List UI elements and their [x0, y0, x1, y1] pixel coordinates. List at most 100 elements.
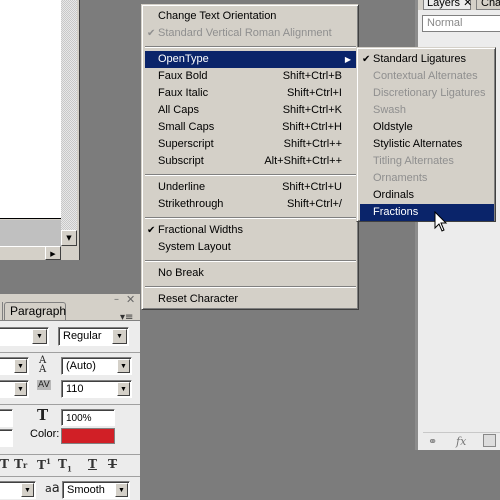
menu-item-contextual-alternates[interactable]: Contextual Alternates: [360, 68, 494, 85]
resize-grip[interactable]: [61, 246, 77, 260]
tab-channels[interactable]: Chann: [476, 0, 500, 10]
menu-item-label: Strikethrough: [158, 198, 224, 210]
menu-item-label: Oldstyle: [373, 121, 413, 133]
type-style-buttons: T Tr T1 T1 T T: [0, 457, 140, 473]
superscript-button[interactable]: T1: [37, 457, 51, 472]
antialias-select[interactable]: Smooth ▼: [62, 481, 130, 499]
kerning-select[interactable]: ▼: [0, 380, 29, 398]
menu-item-faux-bold[interactable]: Faux Bold Shift+Ctrl+B: [145, 68, 356, 85]
horizontal-scale-field[interactable]: 100%: [61, 409, 115, 426]
menu-item-titling-alternates[interactable]: Titling Alternates: [360, 153, 494, 170]
character-panel-body: ▼ Regular ▼ ▼ AA (Auto) ▼ ▼ AV 110 ▼ T 1…: [0, 320, 140, 500]
language-select[interactable]: ▼: [0, 481, 36, 499]
menu-item-oldstyle[interactable]: Oldstyle: [360, 119, 494, 136]
dropdown-arrow-icon: ▼: [14, 359, 27, 373]
close-icon[interactable]: ✕: [126, 293, 135, 306]
menu-item-shortcut: Shift+Ctrl+U: [282, 181, 342, 193]
menu-item-ordinals[interactable]: Ordinals: [360, 187, 494, 204]
layers-footer: ⚭ fx: [423, 432, 500, 450]
menu-item-faux-italic[interactable]: Faux Italic Shift+Ctrl+I: [145, 85, 356, 102]
link-icon[interactable]: ⚭: [428, 435, 437, 448]
menu-item-fractional-widths[interactable]: ✔ Fractional Widths: [145, 222, 356, 239]
chevron-down-icon: ▼: [66, 234, 72, 242]
menu-separator: [145, 46, 356, 48]
antialias-icon: aa: [45, 481, 60, 496]
menu-item-label: Reset Character: [158, 293, 239, 305]
leading-select[interactable]: (Auto) ▼: [61, 357, 132, 375]
horizontal-scrollbar[interactable]: [0, 246, 45, 260]
menu-item-ornaments[interactable]: Ornaments: [360, 170, 494, 187]
small-caps-button[interactable]: Tr: [14, 457, 27, 471]
document-window: ▼ ▶: [0, 0, 80, 260]
menu-item-discretionary-ligatures[interactable]: Discretionary Ligatures: [360, 85, 494, 102]
opentype-submenu: ✔ Standard Ligatures Contextual Alternate…: [356, 47, 496, 222]
font-size-select[interactable]: ▼: [0, 357, 29, 375]
subscript-button[interactable]: T1: [58, 457, 72, 473]
menu-item-label: Discretionary Ligatures: [373, 87, 486, 99]
underline-button[interactable]: T: [88, 457, 97, 471]
menu-item-label: OpenType: [158, 53, 209, 65]
color-label: Color:: [30, 428, 60, 440]
divider: [0, 404, 140, 405]
menu-item-shortcut: Shift+Ctrl+I: [286, 87, 342, 99]
menu-item-stylistic-alternates[interactable]: Stylistic Alternates: [360, 136, 494, 153]
fx-icon[interactable]: fx: [456, 435, 466, 448]
menu-item-label: Faux Italic: [158, 87, 209, 99]
menu-item-label: Fractional Widths: [158, 224, 243, 236]
menu-item-fractions[interactable]: Fractions: [360, 204, 494, 221]
font-style-select[interactable]: Regular ▼: [58, 327, 129, 346]
menu-item-subscript[interactable]: Subscript Alt+Shift+Ctrl++: [145, 153, 356, 170]
vertical-scrollbar[interactable]: [61, 0, 77, 246]
menu-item-all-caps[interactable]: All Caps Shift+Ctrl+K: [145, 102, 356, 119]
dropdown-arrow-icon: ▼: [112, 329, 127, 344]
menu-item-shortcut: Shift+Ctrl+/: [286, 198, 342, 210]
dropdown-arrow-icon: ▼: [14, 382, 27, 396]
menu-item-standard-vertical-roman-alignment[interactable]: ✔ Standard Vertical Roman Alignment: [145, 25, 356, 42]
strikethrough-button[interactable]: T: [108, 457, 117, 471]
menu-item-swash[interactable]: Swash: [360, 102, 494, 119]
menu-item-shortcut: Shift+Ctrl+H: [282, 121, 342, 133]
dropdown-arrow-icon: ▼: [117, 382, 130, 396]
dropdown-arrow-icon: ▼: [32, 329, 47, 344]
all-caps-button[interactable]: T: [0, 457, 9, 471]
font-style-value: Regular: [63, 330, 102, 342]
checkmark-icon: ✔: [362, 54, 371, 65]
menu-item-no-break[interactable]: No Break: [145, 265, 356, 282]
mouse-pointer-icon: [434, 211, 448, 232]
tracking-icon: AV: [37, 380, 51, 390]
tracking-select[interactable]: 110 ▼: [61, 380, 132, 398]
menu-item-superscript[interactable]: Superscript Shift+Ctrl++: [145, 136, 356, 153]
document-border: [77, 0, 80, 260]
scroll-right-button[interactable]: ▶: [45, 246, 61, 260]
font-family-select[interactable]: ▼: [0, 327, 49, 346]
menu-item-shortcut: Shift+Ctrl+B: [282, 70, 342, 82]
menu-item-label: All Caps: [158, 104, 199, 116]
menu-item-label: Standard Vertical Roman Alignment: [158, 27, 332, 39]
menu-item-strikethrough[interactable]: Strikethrough Shift+Ctrl+/: [145, 196, 356, 213]
dropdown-arrow-icon: ▼: [117, 359, 130, 373]
mask-icon[interactable]: [483, 434, 496, 447]
menu-item-underline[interactable]: Underline Shift+Ctrl+U: [145, 179, 356, 196]
checkmark-icon: ✔: [147, 225, 156, 236]
menu-item-reset-character[interactable]: Reset Character: [145, 291, 356, 308]
tab-character[interactable]: [0, 302, 3, 320]
vertical-scale-field[interactable]: [0, 409, 13, 427]
blend-mode-select[interactable]: Normal: [422, 15, 500, 32]
scroll-down-button[interactable]: ▼: [61, 230, 77, 246]
text-color-swatch[interactable]: [61, 428, 115, 444]
divider: [0, 476, 140, 477]
baseline-shift-field[interactable]: [0, 429, 13, 447]
chevron-right-icon: ▶: [50, 250, 56, 258]
document-canvas[interactable]: [0, 0, 61, 219]
menu-item-standard-ligatures[interactable]: ✔ Standard Ligatures: [360, 51, 494, 68]
menu-item-label: Underline: [158, 181, 206, 193]
menu-item-change-text-orientation[interactable]: Change Text Orientation: [145, 8, 356, 25]
character-panel-menu: Change Text Orientation ✔ Standard Vertic…: [141, 4, 359, 310]
menu-item-system-layout[interactable]: System Layout: [145, 239, 356, 256]
tab-paragraph[interactable]: Paragraph: [4, 302, 66, 320]
menu-item-opentype[interactable]: OpenType ▶: [145, 51, 356, 68]
minimize-icon[interactable]: –: [114, 294, 119, 305]
menu-item-small-caps[interactable]: Small Caps Shift+Ctrl+H: [145, 119, 356, 136]
tab-layers[interactable]: Layers ✕: [423, 0, 472, 10]
menu-item-shortcut: Alt+Shift+Ctrl++: [264, 155, 342, 167]
